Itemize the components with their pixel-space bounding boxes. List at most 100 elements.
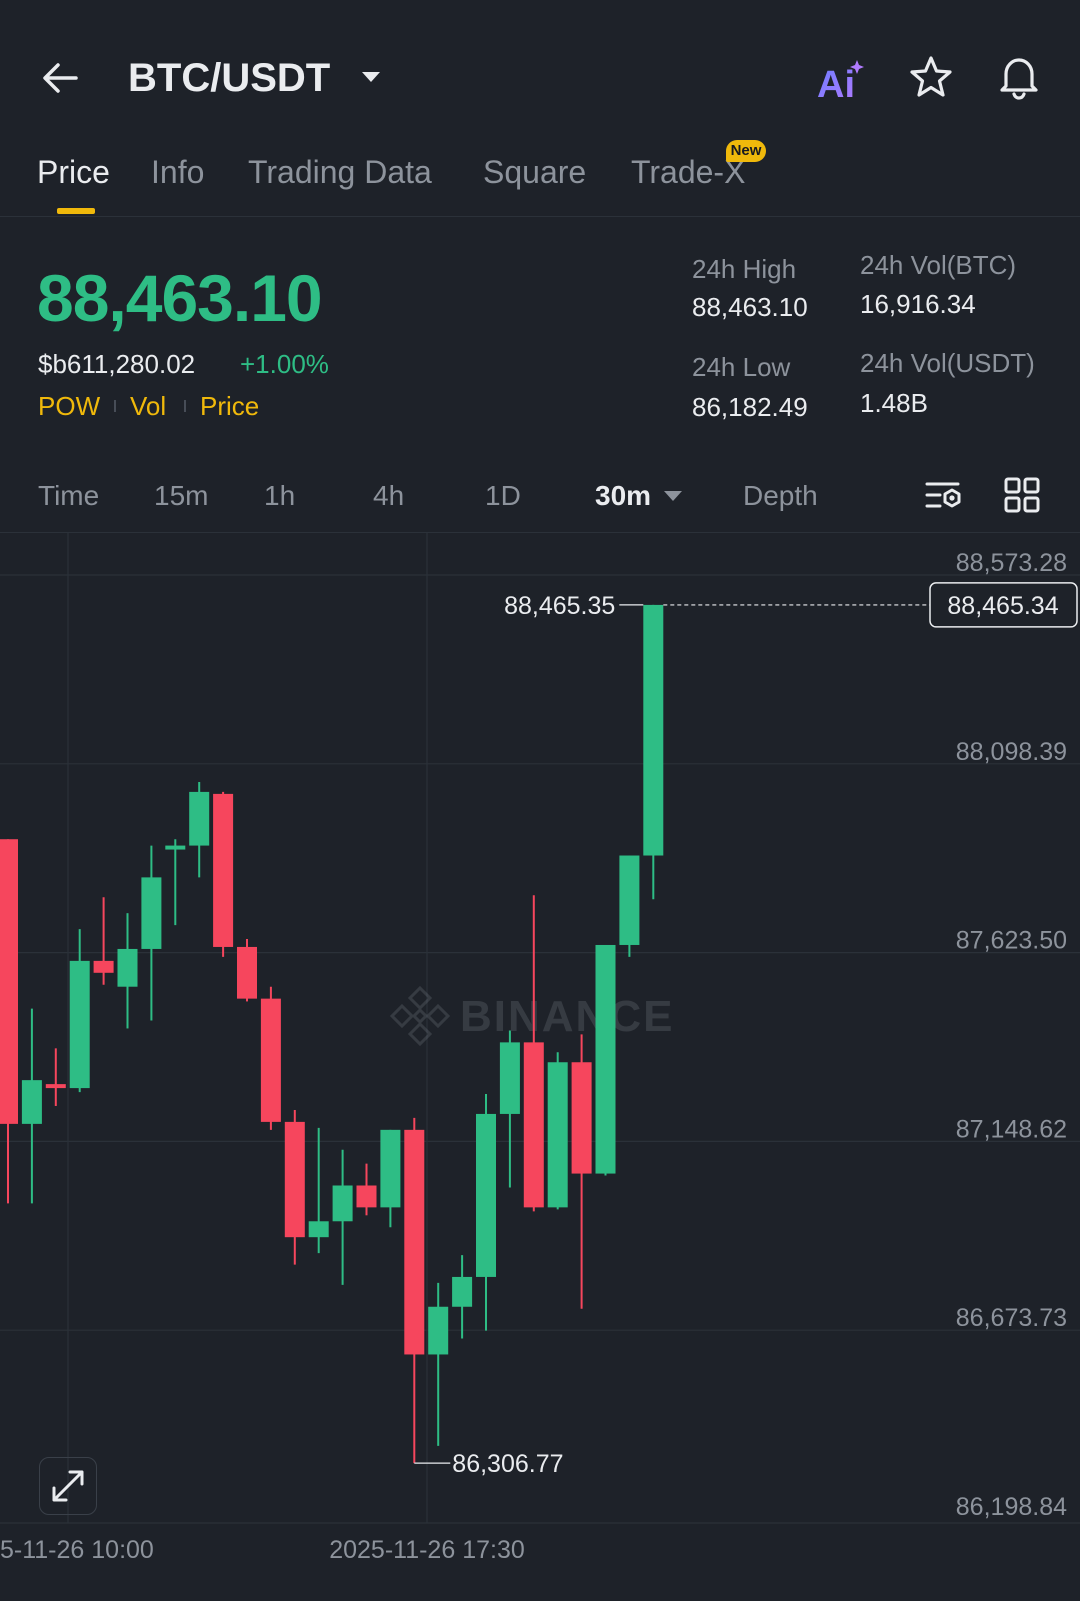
candle xyxy=(404,1117,425,1464)
candle xyxy=(428,1282,449,1446)
ai-assistant-button[interactable]: Ai xyxy=(815,55,875,106)
candle-body xyxy=(380,1129,401,1208)
y-tick-label: 88,573.28 xyxy=(956,549,1067,577)
new-badge: New xyxy=(726,140,766,162)
tab-square[interactable]: Square xyxy=(483,152,586,192)
tag-price[interactable]: Price xyxy=(200,388,259,424)
candle xyxy=(523,895,544,1212)
high-marker-label: 88,465.35 xyxy=(504,592,615,620)
candle xyxy=(45,1048,66,1106)
vol-usdt-value: 1.48B xyxy=(860,388,928,418)
high-24h-value: 88,463.10 xyxy=(692,292,808,322)
interval-dropdown-icon[interactable] xyxy=(662,488,684,504)
candle xyxy=(452,1255,473,1339)
candle-body xyxy=(571,1062,592,1174)
candle xyxy=(237,939,257,1002)
low-marker-label: 86,306.77 xyxy=(452,1450,563,1478)
candle-body xyxy=(619,855,640,945)
candle xyxy=(308,1127,329,1254)
favorite-star-button[interactable] xyxy=(905,52,957,104)
back-button[interactable] xyxy=(36,52,88,104)
low-24h-label: 24h Low xyxy=(692,352,791,382)
ai-icon: Ai xyxy=(817,60,864,106)
y-tick-label: 88,098.39 xyxy=(956,738,1067,766)
bell-icon xyxy=(1000,58,1038,100)
candle xyxy=(69,929,90,1093)
interval-time[interactable]: Time xyxy=(38,478,99,514)
candle xyxy=(213,791,234,957)
candle-body xyxy=(356,1185,377,1208)
candle xyxy=(141,845,162,1021)
vol-btc-label: 24h Vol(BTC) xyxy=(860,250,1017,280)
price-alert-button[interactable] xyxy=(992,50,1046,104)
candle-body xyxy=(547,1062,568,1208)
binance-logo-icon xyxy=(389,985,451,1047)
candle xyxy=(356,1163,377,1216)
candle-body xyxy=(499,1042,520,1114)
candle xyxy=(643,604,664,900)
price-change-percent: +1.00% xyxy=(240,349,329,379)
vol-btc-value: 16,916.34 xyxy=(860,289,976,319)
interval-30m[interactable]: 30m xyxy=(595,478,651,514)
candle xyxy=(595,944,616,1176)
candle xyxy=(165,839,186,926)
chart-settings-icon xyxy=(925,482,961,508)
tag-vol[interactable]: Vol xyxy=(130,388,166,424)
x-axis-label: 5-11-26 10:00 xyxy=(0,1536,154,1564)
candle xyxy=(117,913,138,1029)
pair-title[interactable]: BTC/USDT xyxy=(128,52,330,104)
low-24h-value: 86,182.49 xyxy=(692,392,808,422)
current-price-label: 88,465.34 xyxy=(947,592,1058,620)
candle xyxy=(499,1030,520,1188)
y-tick-label: 86,198.84 xyxy=(956,1493,1067,1521)
tab-info[interactable]: Info xyxy=(151,152,204,192)
candle xyxy=(260,986,281,1130)
chart-canvas: BINANCE 88,573.28 88,098.39 87,623.50 87… xyxy=(0,533,1080,1564)
candle-body xyxy=(117,948,138,987)
interval-4h[interactable]: 4h xyxy=(373,478,404,514)
candle xyxy=(332,1149,353,1285)
x-axis-label: 2025-11-26 17:30 xyxy=(329,1536,525,1564)
layout-grid-button[interactable] xyxy=(1003,476,1041,514)
chart-settings-button[interactable] xyxy=(924,476,964,516)
candle-body xyxy=(189,791,210,846)
grid-icon xyxy=(1004,477,1040,513)
high-24h-label: 24h High xyxy=(692,254,797,284)
candle xyxy=(284,1109,305,1265)
candle-body xyxy=(284,1121,305,1238)
interval-depth[interactable]: Depth xyxy=(743,478,818,514)
star-icon xyxy=(910,56,952,97)
candle-body xyxy=(404,1129,425,1355)
candle-body xyxy=(476,1113,496,1277)
svg-text:Ai: Ai xyxy=(817,64,855,105)
vol-usdt-label: 24h Vol(USDT) xyxy=(860,348,1035,378)
tab-trading-data[interactable]: Trading Data xyxy=(248,152,432,192)
candle-body xyxy=(213,793,234,947)
back-arrow-icon xyxy=(43,63,78,93)
page-tabs: Price Info Trading Data Square Trade-X xyxy=(0,140,1080,217)
candle-body xyxy=(237,946,257,999)
candlestick-chart[interactable]: BINANCE 88,573.28 88,098.39 87,623.50 87… xyxy=(0,533,1080,1601)
candle-body xyxy=(141,877,162,949)
fullscreen-button[interactable] xyxy=(39,1457,97,1515)
candle-body xyxy=(69,960,90,1089)
y-tick-label: 86,673.73 xyxy=(956,1304,1067,1332)
interval-1d[interactable]: 1D xyxy=(485,478,521,514)
candle xyxy=(547,1052,568,1210)
candle xyxy=(380,1129,401,1228)
candle-body xyxy=(0,839,18,1124)
expand-icon xyxy=(52,1470,84,1502)
tag-separator xyxy=(184,400,186,412)
interval-15m[interactable]: 15m xyxy=(154,478,208,514)
candle-body xyxy=(332,1185,353,1222)
active-tab-indicator xyxy=(57,208,95,214)
candle-body xyxy=(523,1042,544,1208)
candle-body xyxy=(45,1084,66,1089)
tab-price[interactable]: Price xyxy=(37,152,110,192)
interval-1h[interactable]: 1h xyxy=(264,478,295,514)
last-price: 88,463.10 xyxy=(37,261,323,335)
pair-dropdown-icon[interactable] xyxy=(356,62,386,92)
tag-pow[interactable]: POW xyxy=(38,388,100,424)
interval-bar: Time 15m 1h 4h 1D 30m Depth xyxy=(0,462,1080,533)
candle-body xyxy=(428,1306,449,1355)
